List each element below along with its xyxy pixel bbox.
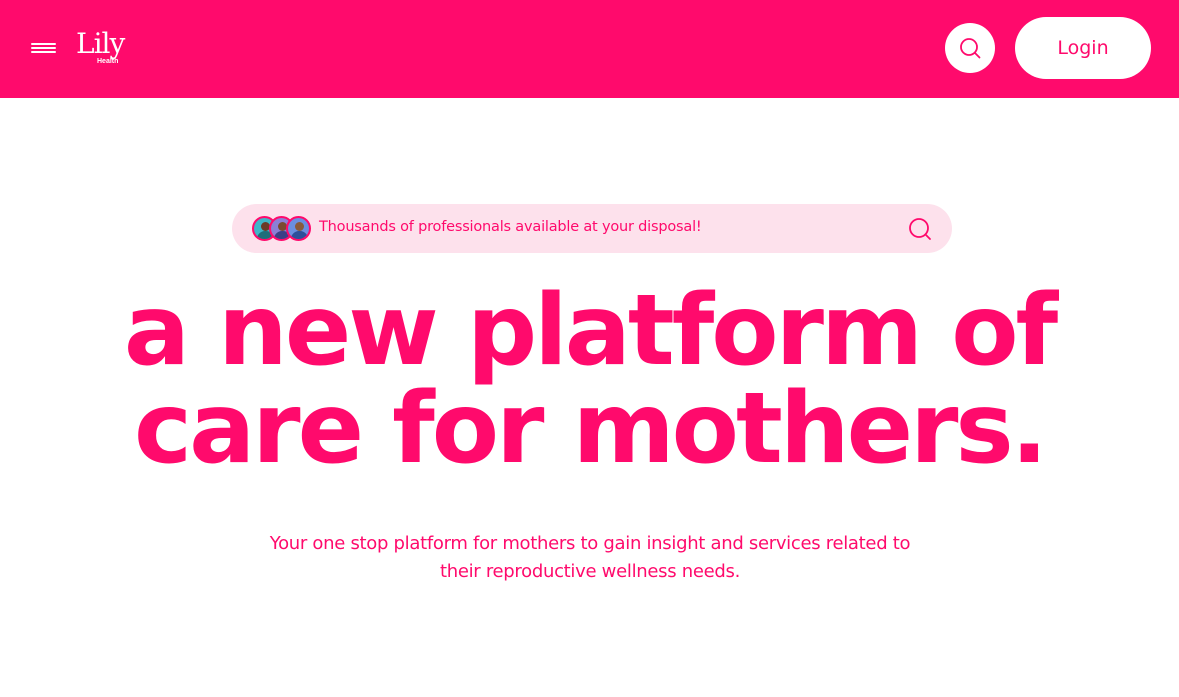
login-button[interactable]: Login — [1015, 17, 1151, 79]
professional-avatars — [252, 216, 312, 242]
search-icon — [960, 38, 981, 59]
lily-health-logo[interactable]: Lily Health — [76, 28, 146, 70]
hero-subtext: Your one stop platform for mothers to ga… — [269, 533, 911, 582]
search-icon[interactable] — [908, 217, 932, 241]
avatar — [286, 216, 311, 241]
headline-line-2: care for mothers. — [134, 372, 1048, 486]
logo-subtitle: Health — [97, 58, 119, 65]
professionals-banner[interactable]: Thousands of professionals available at … — [232, 204, 952, 253]
hamburger-menu-icon[interactable] — [31, 41, 57, 55]
banner-text: Thousands of professionals available at … — [319, 219, 702, 235]
top-navbar: Lily Health Login — [0, 0, 1179, 98]
hero-headline: a new platform of care for mothers. — [0, 282, 1179, 478]
headline-line-1: a new platform of — [123, 274, 1058, 388]
header-search-button[interactable] — [945, 23, 995, 73]
logo-wordmark: Lily — [76, 27, 125, 60]
